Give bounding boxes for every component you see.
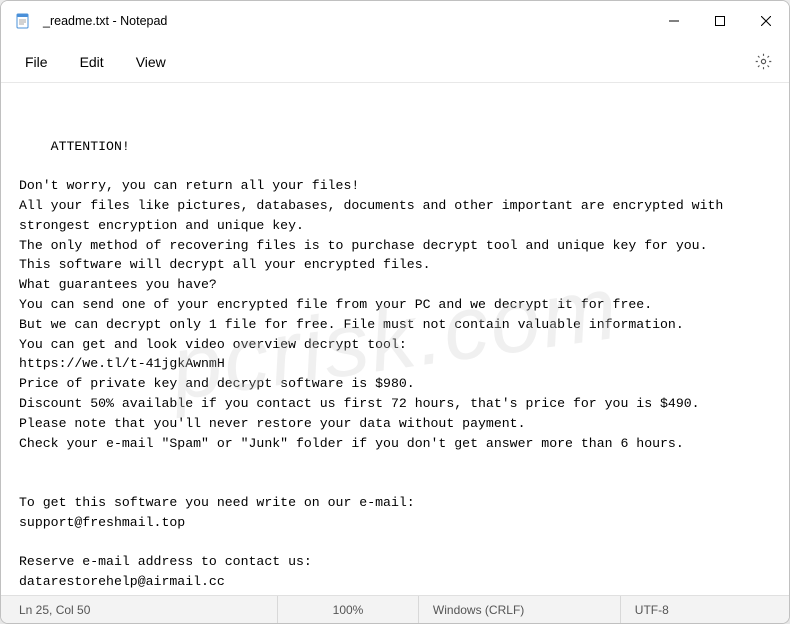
window-title: _readme.txt - Notepad [43,14,651,28]
status-eol: Windows (CRLF) [419,596,621,623]
titlebar: _readme.txt - Notepad [1,1,789,41]
status-zoom[interactable]: 100% [278,596,419,623]
maximize-button[interactable] [697,1,743,41]
status-position: Ln 25, Col 50 [9,596,278,623]
menubar: File Edit View [1,41,789,83]
notepad-window: _readme.txt - Notepad File Edit View pcr… [0,0,790,624]
status-encoding: UTF-8 [621,596,781,623]
statusbar: Ln 25, Col 50 100% Windows (CRLF) UTF-8 [1,595,789,623]
window-controls [651,1,789,41]
text-area[interactable]: pcrisk.com ATTENTION! Don't worry, you c… [1,83,789,595]
close-button[interactable] [743,1,789,41]
notepad-icon [15,13,31,29]
menu-view[interactable]: View [120,46,182,78]
minimize-button[interactable] [651,1,697,41]
menu-edit[interactable]: Edit [64,46,120,78]
menu-file[interactable]: File [9,46,64,78]
document-text: ATTENTION! Don't worry, you can return a… [19,139,731,595]
settings-button[interactable] [745,44,781,80]
